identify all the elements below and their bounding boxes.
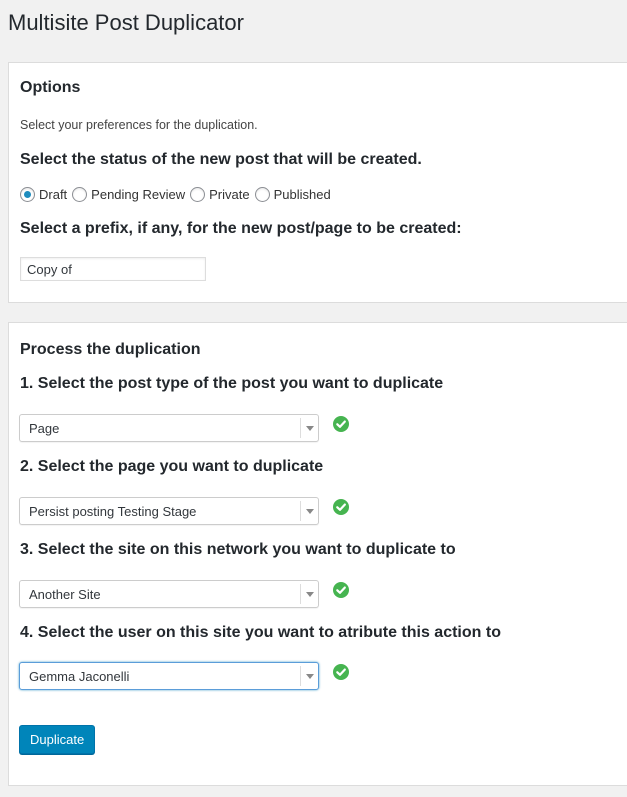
options-panel: Options Select your preferences for the … bbox=[8, 62, 627, 303]
check-circle-icon bbox=[333, 499, 349, 515]
chevron-down-icon[interactable] bbox=[300, 418, 318, 438]
radio-draft[interactable] bbox=[20, 187, 35, 202]
status-label-private: Private bbox=[209, 187, 250, 202]
step-1-question: 1. Select the post type of the post you … bbox=[20, 375, 444, 392]
status-radio-group: Draft Pending Review Private Published bbox=[20, 187, 336, 202]
page-select-value: Persist posting Testing Stage bbox=[29, 503, 197, 519]
site-select-value: Another Site bbox=[29, 586, 101, 602]
status-question: Select the status of the new post that w… bbox=[20, 151, 422, 168]
status-label-published: Published bbox=[273, 187, 331, 202]
status-label-pending-review: Pending Review bbox=[91, 187, 186, 202]
process-heading: Process the duplication bbox=[20, 341, 201, 358]
options-heading: Options bbox=[20, 79, 81, 96]
radio-private[interactable] bbox=[190, 187, 206, 202]
prefix-question: Select a prefix, if any, for the new pos… bbox=[20, 220, 462, 237]
user-select[interactable]: Gemma Jaconelli bbox=[19, 662, 319, 690]
step-3-question: 3. Select the site on this network you w… bbox=[20, 541, 456, 558]
process-panel: Process the duplication 1. Select the po… bbox=[8, 322, 627, 786]
chevron-down-icon[interactable] bbox=[300, 666, 318, 686]
page-select[interactable]: Persist posting Testing Stage bbox=[19, 497, 319, 525]
check-circle-icon bbox=[333, 664, 349, 680]
site-select[interactable]: Another Site bbox=[19, 580, 319, 608]
options-description: Select your preferences for the duplicat… bbox=[20, 118, 258, 132]
status-option-published[interactable]: Published bbox=[254, 187, 331, 202]
check-circle-icon bbox=[333, 582, 349, 598]
status-option-draft[interactable]: Draft bbox=[20, 187, 67, 202]
page-title: Multisite Post Duplicator bbox=[8, 10, 244, 35]
status-option-private[interactable]: Private bbox=[190, 187, 250, 202]
step-4-question: 4. Select the user on this site you want… bbox=[20, 624, 501, 641]
status-option-pending-review[interactable]: Pending Review bbox=[72, 187, 185, 202]
prefix-input[interactable] bbox=[20, 257, 206, 281]
user-select-value: Gemma Jaconelli bbox=[29, 668, 130, 684]
post-type-select[interactable]: Page bbox=[19, 414, 319, 442]
radio-published[interactable] bbox=[254, 187, 270, 202]
status-label-draft: Draft bbox=[39, 187, 68, 202]
step-2-question: 2. Select the page you want to duplicate bbox=[20, 458, 324, 475]
post-type-select-value: Page bbox=[29, 420, 60, 436]
chevron-down-icon[interactable] bbox=[300, 501, 318, 521]
duplicate-button[interactable]: Duplicate bbox=[19, 725, 96, 754]
check-circle-icon bbox=[333, 416, 349, 432]
chevron-down-icon[interactable] bbox=[300, 584, 318, 604]
radio-pending-review[interactable] bbox=[72, 187, 88, 202]
